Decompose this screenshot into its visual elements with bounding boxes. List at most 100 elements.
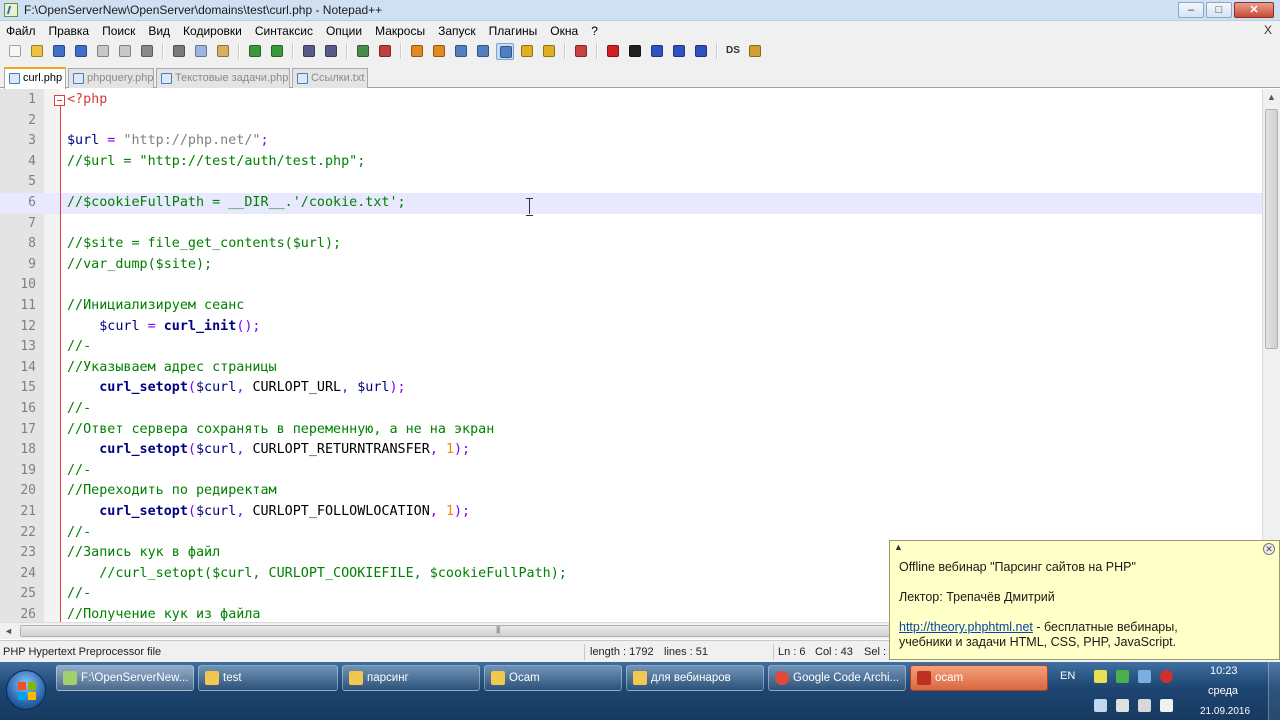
code-line[interactable]: 21 curl_setopt($curl, CURLOPT_FOLLOWLOCA… — [0, 502, 1262, 523]
show-all-chars-button[interactable] — [474, 43, 492, 60]
undo-button[interactable] — [246, 43, 264, 60]
code-line[interactable]: 9 //var_dump($site); — [0, 255, 1262, 276]
word-wrap-button[interactable] — [452, 43, 470, 60]
plugin-button[interactable] — [746, 43, 764, 60]
find-button[interactable] — [300, 43, 318, 60]
menu-window[interactable]: Окна — [550, 24, 578, 38]
replace-button[interactable] — [322, 43, 340, 60]
scroll-up-icon[interactable]: ▲ — [1263, 89, 1280, 106]
taskbar-item[interactable]: для вебинаров — [626, 665, 764, 691]
language-button[interactable] — [518, 43, 536, 60]
code-line[interactable]: 17 //Ответ сервера сохранять в переменную… — [0, 420, 1262, 441]
tab-links-txt[interactable]: Ссылки.txt — [292, 68, 368, 88]
code-line[interactable]: 15 curl_setopt($curl, CURLOPT_URL, $url)… — [0, 378, 1262, 399]
save-button[interactable] — [50, 43, 68, 60]
menu-settings[interactable]: Опции — [326, 24, 362, 38]
taskbar-item[interactable]: ocam — [910, 665, 1048, 691]
print-button[interactable] — [138, 43, 156, 60]
menu-plugins[interactable]: Плагины — [489, 24, 538, 38]
zoom-out-button[interactable] — [376, 43, 394, 60]
indent-guide-button[interactable] — [496, 42, 514, 60]
code-line[interactable]: 10 — [0, 275, 1262, 296]
ds-button[interactable]: DS — [724, 43, 742, 60]
sync-vertical-button[interactable] — [408, 43, 426, 60]
function-list-button[interactable] — [572, 43, 590, 60]
menu-view[interactable]: Вид — [148, 24, 170, 38]
taskbar-item[interactable]: парсинг — [342, 665, 480, 691]
tab-curl-php[interactable]: curl.php — [4, 67, 66, 89]
network-icon[interactable] — [1116, 699, 1129, 712]
menu-file[interactable]: Файл — [6, 24, 36, 38]
taskbar-item[interactable]: F:\OpenServerNew... — [56, 665, 194, 691]
code-line[interactable]: 11 //Инициализируем сеанс — [0, 296, 1262, 317]
code-line[interactable]: 1 <?php — [0, 90, 1262, 111]
taskbar-item[interactable]: Google Code Archi... — [768, 665, 906, 691]
taskbar-item[interactable]: Ocam — [484, 665, 622, 691]
close-all-button[interactable] — [116, 43, 134, 60]
notepadpp-icon[interactable] — [4, 3, 18, 17]
vertical-scroll-thumb[interactable] — [1265, 109, 1278, 349]
code-line[interactable]: 16 //- — [0, 399, 1262, 420]
paste-button[interactable] — [214, 43, 232, 60]
popup-close-icon[interactable]: ✕ — [1263, 543, 1275, 555]
doc-map-button[interactable] — [540, 43, 558, 60]
maximize-button[interactable]: □ — [1206, 2, 1232, 18]
menu-macro[interactable]: Макросы — [375, 24, 425, 38]
fold-collapse-icon[interactable] — [54, 95, 65, 106]
close-file-button[interactable] — [94, 43, 112, 60]
tray-app-icon[interactable] — [1094, 670, 1107, 683]
menu-help[interactable]: ? — [591, 24, 598, 38]
zoom-in-button[interactable] — [354, 43, 372, 60]
signal-icon[interactable] — [1138, 670, 1151, 683]
menu-run[interactable]: Запуск — [438, 24, 476, 38]
record-macro-button[interactable] — [604, 43, 622, 60]
run-macro-multiple-button[interactable] — [670, 43, 688, 60]
code-line[interactable]: 14 //Указываем адрес страницы — [0, 358, 1262, 379]
code-line[interactable]: 8 //$site = file_get_contents($url); — [0, 234, 1262, 255]
play-macro-button[interactable] — [648, 43, 666, 60]
redo-button[interactable] — [268, 43, 286, 60]
cut-button[interactable] — [170, 43, 188, 60]
horizontal-scroll-thumb[interactable] — [20, 625, 988, 637]
code-line[interactable]: 18 curl_setopt($curl, CURLOPT_RETURNTRAN… — [0, 440, 1262, 461]
popup-up-arrow-icon[interactable]: ▲ — [894, 542, 903, 552]
close-document-button[interactable]: X — [1264, 23, 1272, 37]
code-line[interactable]: 7 — [0, 214, 1262, 235]
start-button[interactable] — [6, 670, 46, 710]
code-line[interactable]: 2 — [0, 111, 1262, 132]
code-line[interactable]: 20 //Переходить по редиректам — [0, 481, 1262, 502]
menu-encoding[interactable]: Кодировки — [183, 24, 242, 38]
tab-phpquery-php[interactable]: phpquery.php — [68, 68, 154, 88]
code-line[interactable]: 6 //$cookieFullPath = __DIR__.'/cookie.tx… — [0, 193, 1262, 214]
action-center-icon[interactable] — [1094, 699, 1107, 712]
close-button[interactable]: ✕ — [1234, 2, 1274, 18]
code-line[interactable]: 5 — [0, 172, 1262, 193]
scroll-left-icon[interactable]: ◄ — [0, 623, 17, 639]
tray-network-app-icon[interactable] — [1116, 670, 1129, 683]
battery-icon[interactable] — [1138, 699, 1151, 712]
copy-button[interactable] — [192, 43, 210, 60]
new-file-button[interactable] — [6, 43, 24, 60]
clock-time[interactable]: 10:23 — [1210, 665, 1238, 677]
show-desktop-button[interactable] — [1268, 662, 1280, 720]
tab-text-tasks-php[interactable]: Текстовые задачи.php — [156, 68, 290, 88]
code-line[interactable]: 4 //$url = "http://test/auth/test.php"; — [0, 152, 1262, 173]
code-line[interactable]: 13 //- — [0, 337, 1262, 358]
sync-horizontal-button[interactable] — [430, 43, 448, 60]
popup-link[interactable]: http://theory.phphtml.net — [899, 620, 1033, 634]
taskbar-item[interactable]: test — [198, 665, 338, 691]
code-line[interactable]: 19 //- — [0, 461, 1262, 482]
code-line[interactable]: 12 $curl = curl_init(); — [0, 317, 1262, 338]
save-macro-button[interactable] — [692, 43, 710, 60]
open-file-button[interactable] — [28, 43, 46, 60]
menu-edit[interactable]: Правка — [49, 24, 90, 38]
menu-language[interactable]: Синтаксис — [255, 24, 313, 38]
volume-icon[interactable] — [1160, 699, 1173, 712]
minimize-button[interactable]: – — [1178, 2, 1204, 18]
language-indicator[interactable]: EN — [1060, 670, 1075, 682]
code-line[interactable]: 3 $url = "http://php.net/"; — [0, 131, 1262, 152]
stop-macro-button[interactable] — [626, 43, 644, 60]
save-all-button[interactable] — [72, 43, 90, 60]
menu-search[interactable]: Поиск — [102, 24, 135, 38]
antivirus-icon[interactable] — [1160, 670, 1173, 683]
